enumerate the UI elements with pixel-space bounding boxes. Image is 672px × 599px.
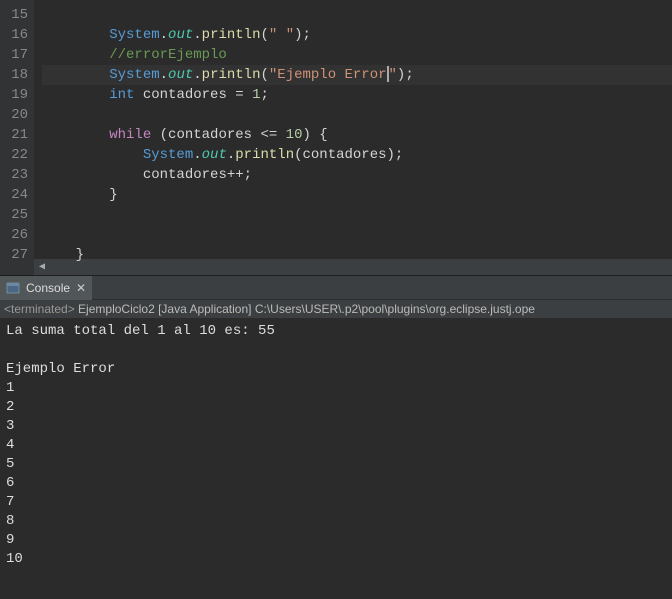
line-number: 26 [6,225,28,245]
line-number: 22 [6,145,28,165]
line-number-gutter: 15161718192021222324252627 [0,0,34,275]
code-editor[interactable]: 15161718192021222324252627 System.out.pr… [0,0,672,275]
line-number: 16 [6,25,28,45]
tab-console[interactable]: Console ✕ [0,276,92,300]
code-line[interactable] [42,225,672,245]
line-number: 27 [6,245,28,265]
panel-tab-bar: Console ✕ [0,276,672,300]
code-line[interactable]: //errorEjemplo [42,45,672,65]
line-number: 18 [6,65,28,85]
line-number: 25 [6,205,28,225]
horizontal-scrollbar[interactable]: ◀ [34,259,672,275]
code-line[interactable]: while (contadores <= 10) { [42,125,672,145]
line-number: 19 [6,85,28,105]
code-line[interactable]: System.out.println(" "); [42,25,672,45]
terminated-label: <terminated> [4,302,75,316]
line-number: 23 [6,165,28,185]
line-number: 21 [6,125,28,145]
code-line[interactable] [42,205,672,225]
code-area[interactable]: System.out.println(" "); //errorEjemplo … [34,0,672,275]
console-output[interactable]: La suma total del 1 al 10 es: 55 Ejemplo… [0,318,672,573]
code-line[interactable]: int contadores = 1; [42,85,672,105]
line-number: 20 [6,105,28,125]
code-line[interactable] [42,105,672,125]
code-line[interactable]: contadores++; [42,165,672,185]
console-icon [6,281,20,295]
code-line[interactable]: } [42,185,672,205]
close-icon[interactable]: ✕ [76,281,86,295]
code-line[interactable]: System.out.println("Ejemplo Error"); [42,65,672,85]
launch-config-text: EjemploCiclo2 [Java Application] C:\User… [75,302,535,316]
tab-console-label: Console [26,281,70,295]
code-line[interactable] [42,5,672,25]
code-line[interactable]: System.out.println(contadores); [42,145,672,165]
line-number: 17 [6,45,28,65]
line-number: 24 [6,185,28,205]
console-status-line: <terminated> EjemploCiclo2 [Java Applica… [0,300,672,318]
console-panel: Console ✕ <terminated> EjemploCiclo2 [Ja… [0,275,672,573]
line-number: 15 [6,5,28,25]
